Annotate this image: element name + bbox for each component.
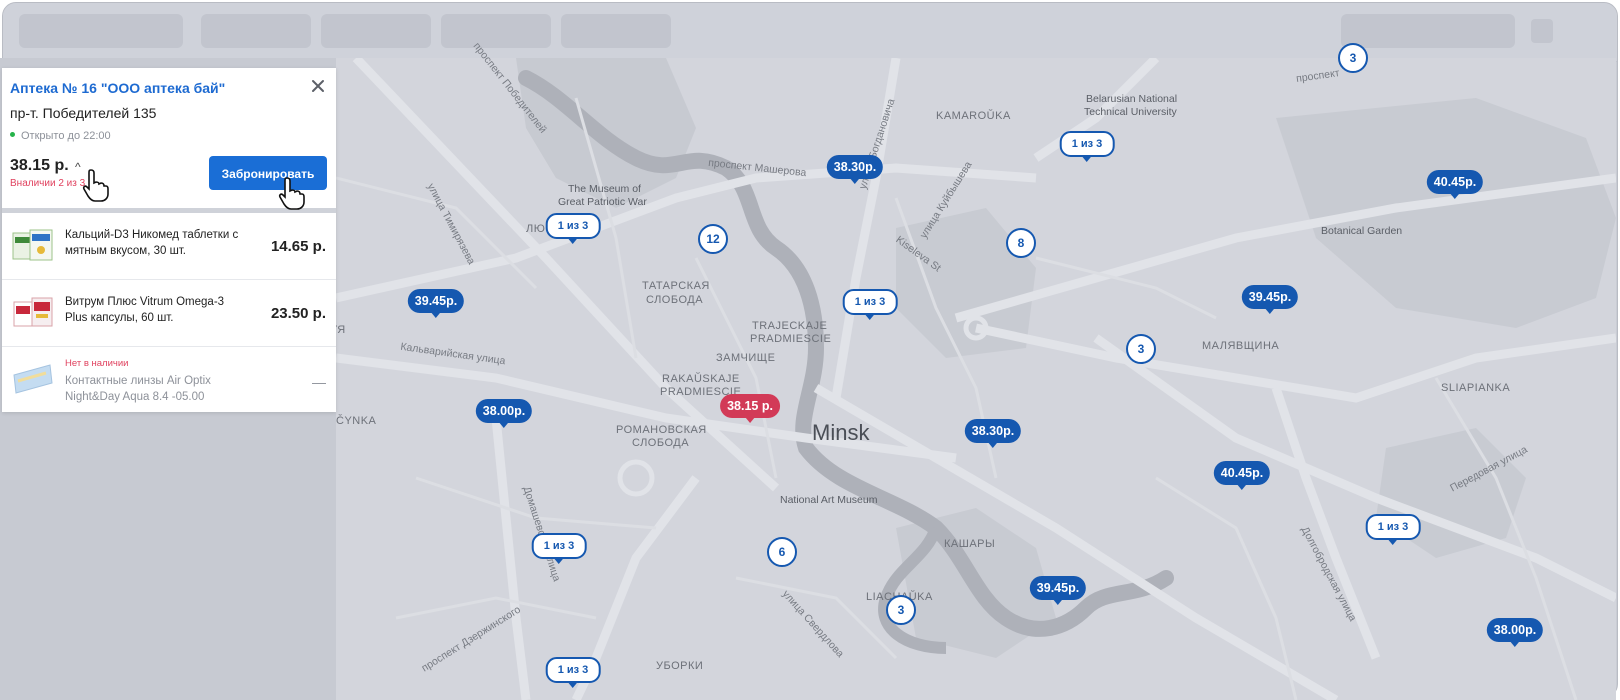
book-button[interactable]: Забронировать — [209, 156, 327, 190]
product-price: 23.50 р. — [270, 305, 326, 322]
cluster-marker[interactable]: 3 — [1126, 334, 1156, 364]
map-label: ЗАМЧИЩЕ — [716, 352, 776, 364]
map-label: Belarusian National — [1086, 93, 1178, 105]
status-dot-icon — [10, 132, 15, 137]
map-label: КАШАРЫ — [944, 538, 996, 550]
map-label: Great Patriotic War — [558, 196, 647, 208]
map-label: The Museum of — [568, 183, 641, 195]
price-marker[interactable]: 38.00р. — [475, 399, 533, 428]
toolbar-placeholder — [1531, 19, 1553, 43]
map-label: РОМАНОВСКАЯ — [616, 424, 707, 436]
map-label: RAKAŬSKAJE — [662, 373, 740, 385]
price-marker[interactable]: 39.45р. — [407, 289, 465, 318]
toolbar-placeholder — [19, 14, 183, 48]
chevron-up-icon[interactable]: ^ — [75, 160, 81, 174]
opening-status: Открыто до 22:00 — [10, 130, 111, 142]
cluster-marker[interactable]: 3 — [1338, 43, 1368, 73]
price-marker[interactable]: 39.45р. — [1241, 285, 1299, 314]
product-thumbnail — [13, 364, 53, 394]
toolbar-placeholder — [201, 14, 311, 48]
product-row-unavailable[interactable]: Нет в наличии Контактные линзы Air Optix… — [2, 347, 336, 413]
availability-marker[interactable]: 1 из 3 — [545, 657, 601, 688]
top-toolbar — [3, 3, 1617, 62]
out-of-stock-label: Нет в наличии — [65, 358, 129, 369]
price-marker[interactable]: 38.30р. — [964, 419, 1022, 448]
map-label: Technical University — [1084, 106, 1177, 118]
map-label: PRADMIESCIE — [750, 333, 832, 345]
hand-cursor-icon — [82, 169, 109, 202]
availability-summary: Вналичии 2 из 3 — [10, 178, 86, 189]
toolbar-placeholder — [1341, 14, 1515, 48]
availability-marker[interactable]: 1 из 3 — [842, 289, 898, 320]
availability-marker[interactable]: 1 из 3 — [1365, 514, 1421, 545]
price-marker-selected[interactable]: 38.15 р. — [720, 394, 780, 423]
city-label: Minsk — [812, 420, 870, 445]
price-marker[interactable]: 39.45р. — [1029, 576, 1087, 605]
map-label: ČYNKA — [336, 415, 377, 427]
map-label: KAMAROŬKA — [936, 110, 1011, 122]
pharmacy-address: пр-т. Победителей 135 — [10, 105, 157, 121]
toolbar-placeholder — [441, 14, 551, 48]
map-label: СЛОБОДА — [646, 294, 704, 306]
toolbar-placeholder — [321, 14, 431, 48]
hand-cursor-icon — [278, 177, 305, 210]
order-total: 38.15 р. — [10, 157, 69, 174]
product-row[interactable]: Кальций-D3 Никомед таблетки с мятным вку… — [2, 213, 336, 280]
opening-hours: Открыто до 22:00 — [21, 130, 111, 142]
map-label: SLIAPIANKA — [1441, 382, 1511, 394]
availability-marker[interactable]: 1 из 3 — [1059, 131, 1115, 162]
cluster-marker[interactable]: 6 — [767, 537, 797, 567]
price-marker[interactable]: 40.45р. — [1426, 170, 1484, 199]
close-icon[interactable] — [310, 78, 326, 94]
map-label: Botanical Garden — [1321, 225, 1403, 237]
price-marker[interactable]: 40.45р. — [1213, 461, 1271, 490]
map-label: УБОРКИ — [656, 660, 704, 672]
product-price: 14.65 р. — [270, 238, 326, 255]
map-label: СЛОБОДА — [632, 437, 690, 449]
cluster-marker[interactable]: 3 — [886, 595, 916, 625]
map-base — [336, 58, 1616, 700]
cluster-marker[interactable]: 12 — [698, 224, 728, 254]
availability-marker[interactable]: 1 из 3 — [531, 533, 587, 564]
cluster-marker[interactable]: 8 — [1006, 228, 1036, 258]
pharmacy-panel: Аптека № 16 "ООО аптека бай" пр-т. Побед… — [2, 68, 336, 412]
product-price: — — [312, 374, 326, 390]
price-marker[interactable]: 38.00р. — [1486, 618, 1544, 647]
product-name: Кальций-D3 Никомед таблетки с мятным вку… — [65, 229, 239, 257]
availability-marker[interactable]: 1 из 3 — [545, 213, 601, 244]
product-name: Контактные линзы Air Optix Night&Day Aqu… — [65, 375, 211, 403]
product-name: Витрум Плюс Vitrum Omega-3 Plus капсулы,… — [65, 296, 225, 324]
product-thumbnail — [13, 297, 53, 327]
map-label: ЛЮ — [526, 223, 546, 235]
map-label: МАЛЯВЩИНА — [1202, 340, 1280, 352]
product-thumbnail — [12, 229, 53, 261]
map-view[interactable]: KAMAROŬKA Belarusian National Technical … — [330, 40, 1616, 700]
toolbar-placeholder — [561, 14, 671, 48]
map-label: National Art Museum — [780, 494, 878, 506]
product-row[interactable]: Витрум Плюс Vitrum Omega-3 Plus капсулы,… — [2, 280, 336, 347]
pharmacy-name[interactable]: Аптека № 16 "ООО аптека бай" — [10, 80, 225, 96]
map-label: ТАТАРСКАЯ — [642, 280, 710, 292]
pharmacy-header: Аптека № 16 "ООО аптека бай" пр-т. Побед… — [2, 68, 336, 213]
map-label: TRAJECKAJE — [752, 320, 828, 332]
price-marker[interactable]: 38.30р. — [826, 155, 884, 184]
